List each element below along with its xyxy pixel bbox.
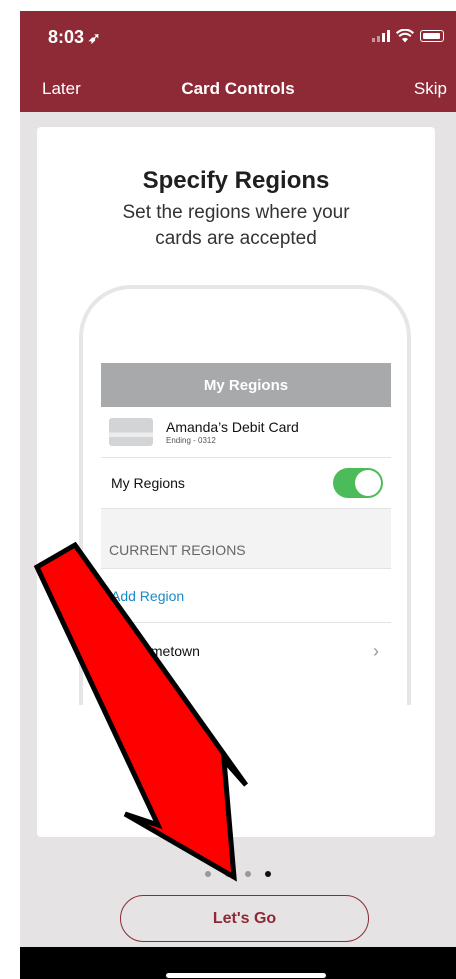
page-dot[interactable] xyxy=(205,871,211,877)
signal-icon xyxy=(372,30,390,42)
mockup-add-region: Add Region xyxy=(101,569,391,623)
mockup-toggle-label: My Regions xyxy=(111,475,185,491)
mockup-region-label: Hometown xyxy=(133,643,200,659)
page-dot[interactable] xyxy=(225,871,231,877)
mockup-toggle-row: My Regions xyxy=(101,458,391,509)
mockup-card-ending: Ending - 0312 xyxy=(166,436,216,445)
mockup-section-header: CURRENT REGIONS xyxy=(101,509,391,569)
toggle-switch xyxy=(333,468,383,498)
mockup-card-row: Amanda’s Debit Card Ending - 0312 xyxy=(101,407,391,458)
wifi-icon xyxy=(396,29,414,43)
app-screen: 8:03 ➶ Later Card Controls Skip Specify R… xyxy=(20,11,456,979)
card-image-icon xyxy=(109,418,153,446)
skip-button[interactable]: Skip xyxy=(414,79,447,99)
page-dot[interactable] xyxy=(245,871,251,877)
mockup-region-item: Hometown › xyxy=(101,623,391,679)
status-time: 8:03 ➶ xyxy=(48,27,101,47)
page-dot-active[interactable] xyxy=(265,871,271,877)
mockup-card-name: Amanda’s Debit Card xyxy=(166,419,299,435)
header-bar: 8:03 ➶ Later Card Controls Skip xyxy=(20,11,456,112)
mockup-screen: My Regions Amanda’s Debit Card Ending - … xyxy=(101,363,391,679)
home-indicator xyxy=(166,973,326,978)
card-title: Specify Regions xyxy=(142,167,330,194)
status-icons xyxy=(372,29,444,43)
home-bar-area xyxy=(20,947,456,979)
page-title: Card Controls xyxy=(181,79,295,98)
chevron-right-icon: › xyxy=(373,640,379,661)
mockup-header: My Regions xyxy=(101,363,391,407)
onboarding-card: Specify Regions Set the regions where yo… xyxy=(37,127,435,837)
card-subtitle: Set the regions where your cards are acc… xyxy=(122,202,350,249)
page-indicator xyxy=(20,871,456,877)
battery-icon xyxy=(420,30,444,42)
phone-mockup-illustration: My Regions Amanda’s Debit Card Ending - … xyxy=(79,285,411,705)
lets-go-button[interactable]: Let's Go xyxy=(120,895,369,942)
location-arrow-icon: ➶ xyxy=(88,30,101,47)
